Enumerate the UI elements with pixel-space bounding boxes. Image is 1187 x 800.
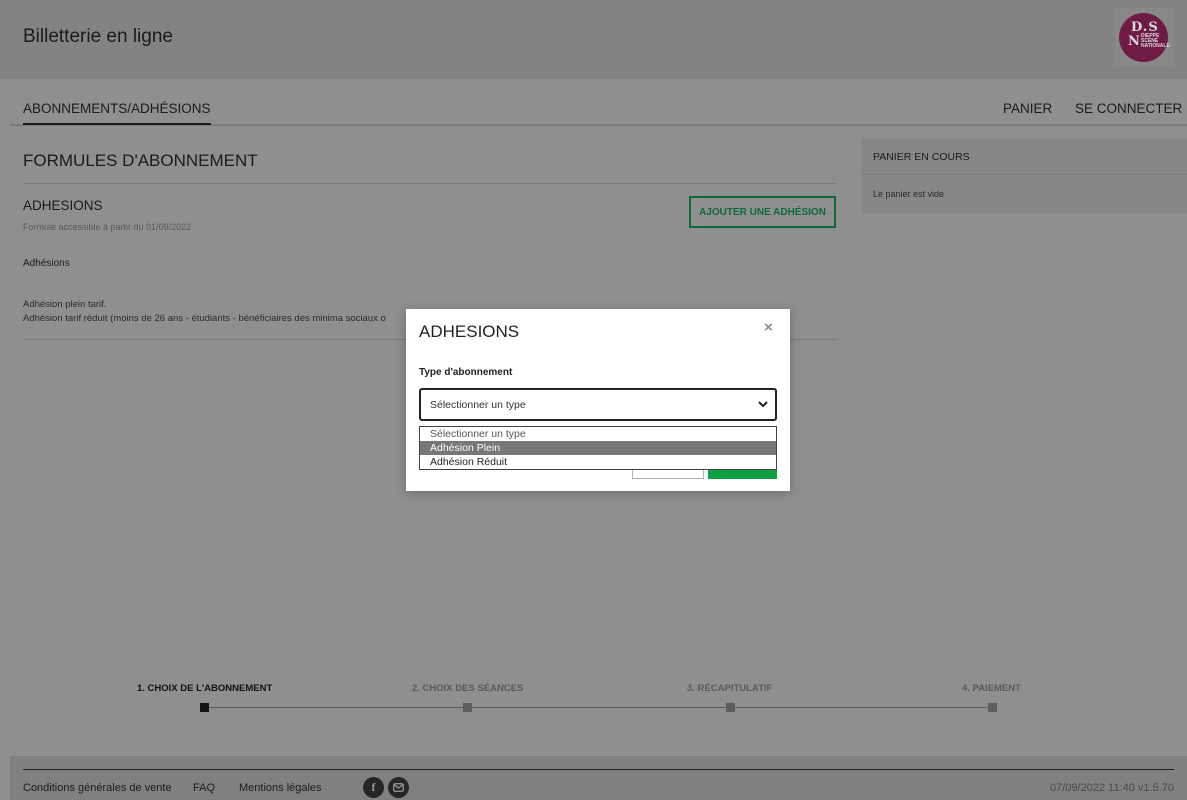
timestamp-version: 07/09/2022 11:40 v1.5.70 xyxy=(1050,782,1174,794)
page-title: FORMULES D'ABONNEMENT xyxy=(23,151,258,170)
dropdown-option[interactable]: Adhésion Plein xyxy=(420,441,776,455)
section-availability: Formule accessible à partir du 01/09/202… xyxy=(23,222,192,232)
step-marker xyxy=(463,703,472,712)
dropdown-option[interactable]: Sélectionner un type xyxy=(420,427,776,441)
close-icon[interactable]: × xyxy=(764,319,773,336)
dropdown-list: Sélectionner un type Adhésion Plein Adhé… xyxy=(419,426,777,470)
add-membership-button[interactable]: AJOUTER UNE ADHÉSION xyxy=(689,196,836,228)
subscription-type-select[interactable]: Sélectionner un type xyxy=(419,388,777,421)
facebook-icon[interactable]: f xyxy=(363,777,384,798)
main-nav: ABONNEMENTS/ADHÉSIONS PANIER SE CONNECTE… xyxy=(10,79,1187,126)
description-line: Adhésion plein tarif. xyxy=(23,299,107,310)
footer-link-terms[interactable]: Conditions générales de vente xyxy=(23,782,172,794)
divider xyxy=(23,183,836,184)
logo[interactable]: D.S N DIEPPE SCÈNE NATIONALE xyxy=(1115,8,1174,66)
nav-login[interactable]: SE CONNECTER xyxy=(1075,101,1182,116)
cart-panel: PANIER EN COURS Le panier est vide xyxy=(861,138,1187,213)
footer: Conditions générales de vente FAQ Mentio… xyxy=(10,756,1187,800)
membership-modal: ADHESIONS × Type d'abonnement Sélectionn… xyxy=(406,309,790,491)
step-label: 3. RÉCAPITULATIF xyxy=(687,683,773,694)
section-title: ADHESIONS xyxy=(23,198,103,213)
cart-empty-message: Le panier est vide xyxy=(873,189,945,199)
top-bar: Billetterie en ligne D.S N DIEPPE SCÈNE … xyxy=(0,0,1187,79)
step-marker xyxy=(988,703,997,712)
cart-header: PANIER EN COURS xyxy=(861,138,1187,175)
stepper-track xyxy=(204,707,993,708)
nav-cart[interactable]: PANIER xyxy=(1003,101,1052,116)
chevron-down-icon xyxy=(758,401,768,408)
step-marker xyxy=(726,703,735,712)
nav-subscriptions[interactable]: ABONNEMENTS/ADHÉSIONS xyxy=(23,101,211,125)
step-label: 1. CHOIX DE L'ABONNEMENT xyxy=(137,683,273,694)
divider xyxy=(23,769,1174,770)
step-label: 2. CHOIX DES SÉANCES xyxy=(412,683,524,694)
dropdown-option[interactable]: Adhésion Réduit xyxy=(420,455,776,469)
footer-link-faq[interactable]: FAQ xyxy=(193,782,215,794)
field-label: Type d'abonnement xyxy=(419,367,513,378)
section-subheading: Adhésions xyxy=(23,258,70,269)
cart-title: PANIER EN COURS xyxy=(873,151,970,163)
footer-link-legal[interactable]: Mentions légales xyxy=(239,782,322,794)
logo-emblem: D.S N DIEPPE SCÈNE NATIONALE xyxy=(1119,13,1170,62)
modal-title: ADHESIONS xyxy=(419,322,520,341)
select-value: Sélectionner un type xyxy=(430,399,526,411)
description-line: Adhésion tarif réduit (moins de 26 ans -… xyxy=(23,313,386,324)
logo-tagline: DIEPPE SCÈNE NATIONALE xyxy=(1141,33,1170,49)
mail-icon[interactable] xyxy=(388,777,409,798)
step-marker xyxy=(200,703,209,712)
logo-text-2: N xyxy=(1128,34,1140,49)
step-label: 4. PAIEMENT xyxy=(962,683,1021,694)
site-title: Billetterie en ligne xyxy=(23,26,173,47)
